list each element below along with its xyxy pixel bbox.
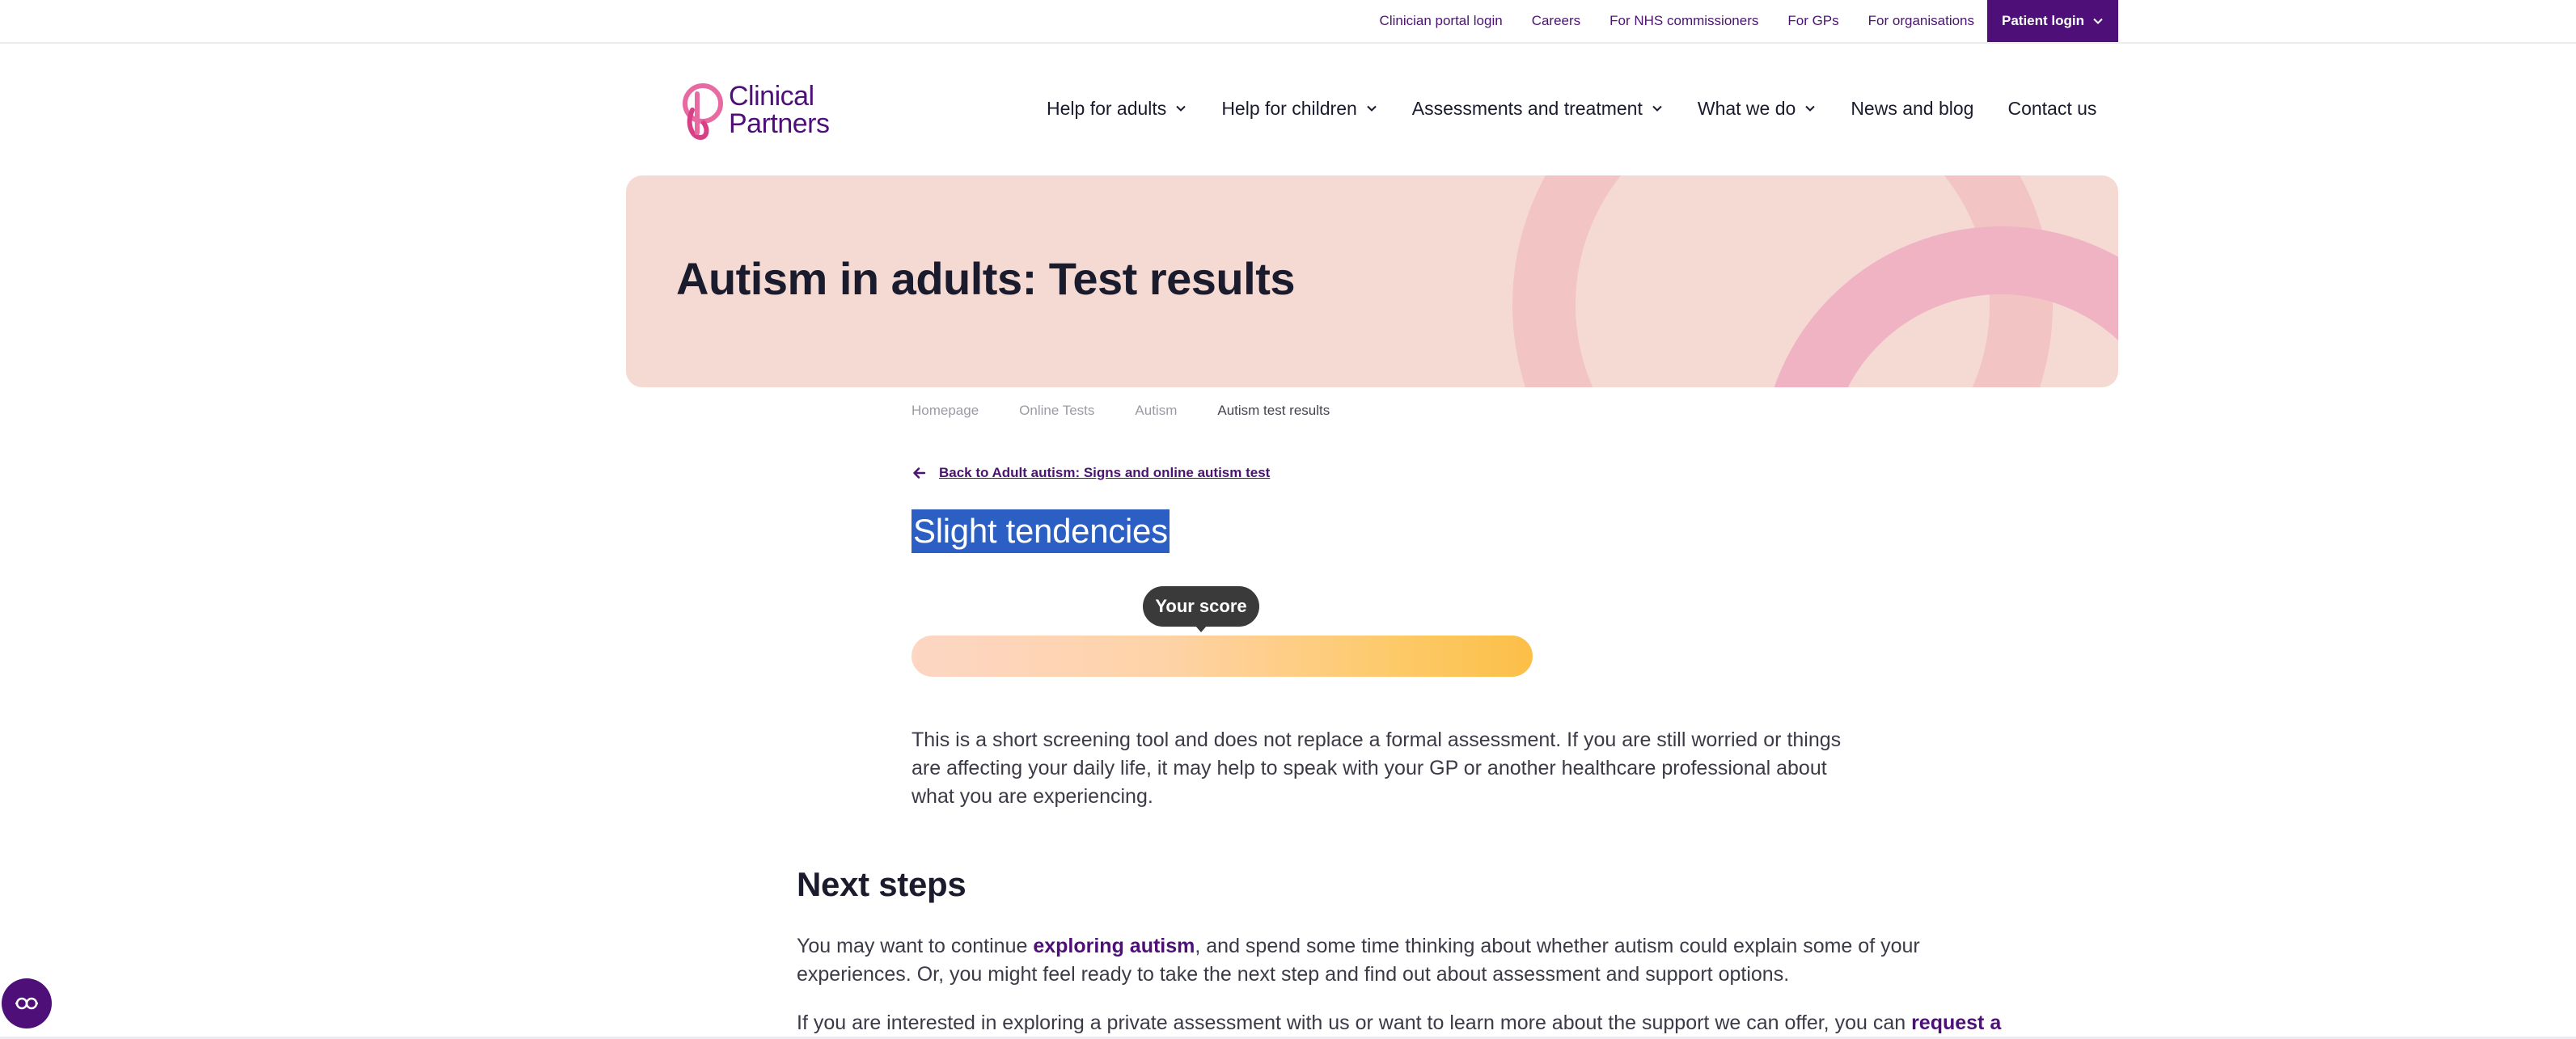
breadcrumb-autism[interactable]: Autism <box>1135 403 1177 419</box>
nav-help-for-children[interactable]: Help for children <box>1221 98 1377 120</box>
accessibility-button[interactable] <box>2 978 52 1028</box>
page-title: Autism in adults: Test results <box>676 253 1295 304</box>
nav-what-we-do[interactable]: What we do <box>1698 98 1817 120</box>
chevron-down-icon <box>1176 105 1186 112</box>
nav-news-and-blog[interactable]: News and blog <box>1851 98 1973 120</box>
main-navigation: Help for adults Help for children Assess… <box>1047 92 2096 125</box>
tooltip-pointer <box>1195 626 1207 632</box>
breadcrumb-online-tests[interactable]: Online Tests <box>1019 403 1094 419</box>
nav-label: What we do <box>1697 97 1796 119</box>
nav-help-for-adults[interactable]: Help for adults <box>1047 98 1187 120</box>
result-heading: Slight tendencies <box>912 509 1170 553</box>
patient-login-button[interactable]: Patient login <box>1987 0 2118 42</box>
chevron-down-icon <box>1367 105 1377 112</box>
chevron-down-icon <box>1805 105 1816 112</box>
nav-label: News and blog <box>1851 97 1974 119</box>
breadcrumb-current: Autism test results <box>1217 403 1330 418</box>
score-bar <box>912 636 1533 677</box>
exploring-autism-link[interactable]: exploring autism <box>1033 935 1195 957</box>
breadcrumb-homepage[interactable]: Homepage <box>912 403 979 419</box>
logo-mark-icon <box>683 83 723 141</box>
next-steps-paragraph-1: You may want to continue exploring autis… <box>797 932 1953 989</box>
nhs-commissioners-link[interactable]: For NHS commissioners <box>1609 13 1758 29</box>
text: If you are interested in exploring a pri… <box>797 1012 1912 1034</box>
next-steps-paragraph-2: If you are interested in exploring a pri… <box>797 1009 2001 1037</box>
logo-text: Clinical Partners <box>729 82 830 137</box>
gps-link[interactable]: For GPs <box>1787 13 1838 29</box>
accessibility-icon <box>15 997 38 1010</box>
request-assessment-link[interactable]: request a <box>1911 1012 2001 1034</box>
back-link[interactable]: Back to Adult autism: Signs and online a… <box>939 465 1270 481</box>
careers-link[interactable]: Careers <box>1532 13 1580 29</box>
organisations-link[interactable]: For organisations <box>1868 13 1974 29</box>
disclaimer-text: This is a short screening tool and does … <box>912 729 1842 808</box>
chevron-down-icon <box>1652 105 1662 112</box>
logo-line-2: Partners <box>729 108 830 139</box>
utility-bar <box>0 0 2576 44</box>
utility-links: Clinician portal login Careers For NHS c… <box>1351 0 1974 42</box>
nav-label: Assessments and treatment <box>1411 97 1643 119</box>
text: You may want to continue <box>797 935 1034 957</box>
nav-label: Contact us <box>2007 97 2097 119</box>
score-tooltip: Your score <box>1143 586 1259 627</box>
hero-banner: Autism in adults: Test results <box>626 175 2118 387</box>
clinical-partners-logo[interactable]: Clinical Partners <box>676 79 838 141</box>
next-steps-heading: Next steps <box>797 865 967 903</box>
clinician-portal-link[interactable]: Clinician portal login <box>1380 13 1503 29</box>
breadcrumb: Homepage Online Tests Autism Autism test… <box>912 403 1330 419</box>
chevron-down-icon <box>2093 18 2103 24</box>
nav-contact-us[interactable]: Contact us <box>2007 98 2096 120</box>
arrow-left-icon <box>913 467 926 479</box>
nav-assessments-and-treatment[interactable]: Assessments and treatment <box>1412 98 1664 120</box>
nav-label: Help for adults <box>1047 97 1167 119</box>
nav-label: Help for children <box>1221 97 1357 119</box>
patient-login-label: Patient login <box>2002 13 2084 28</box>
logo-line-1: Clinical <box>729 81 814 112</box>
back-link-row[interactable]: Back to Adult autism: Signs and online a… <box>912 465 1270 481</box>
